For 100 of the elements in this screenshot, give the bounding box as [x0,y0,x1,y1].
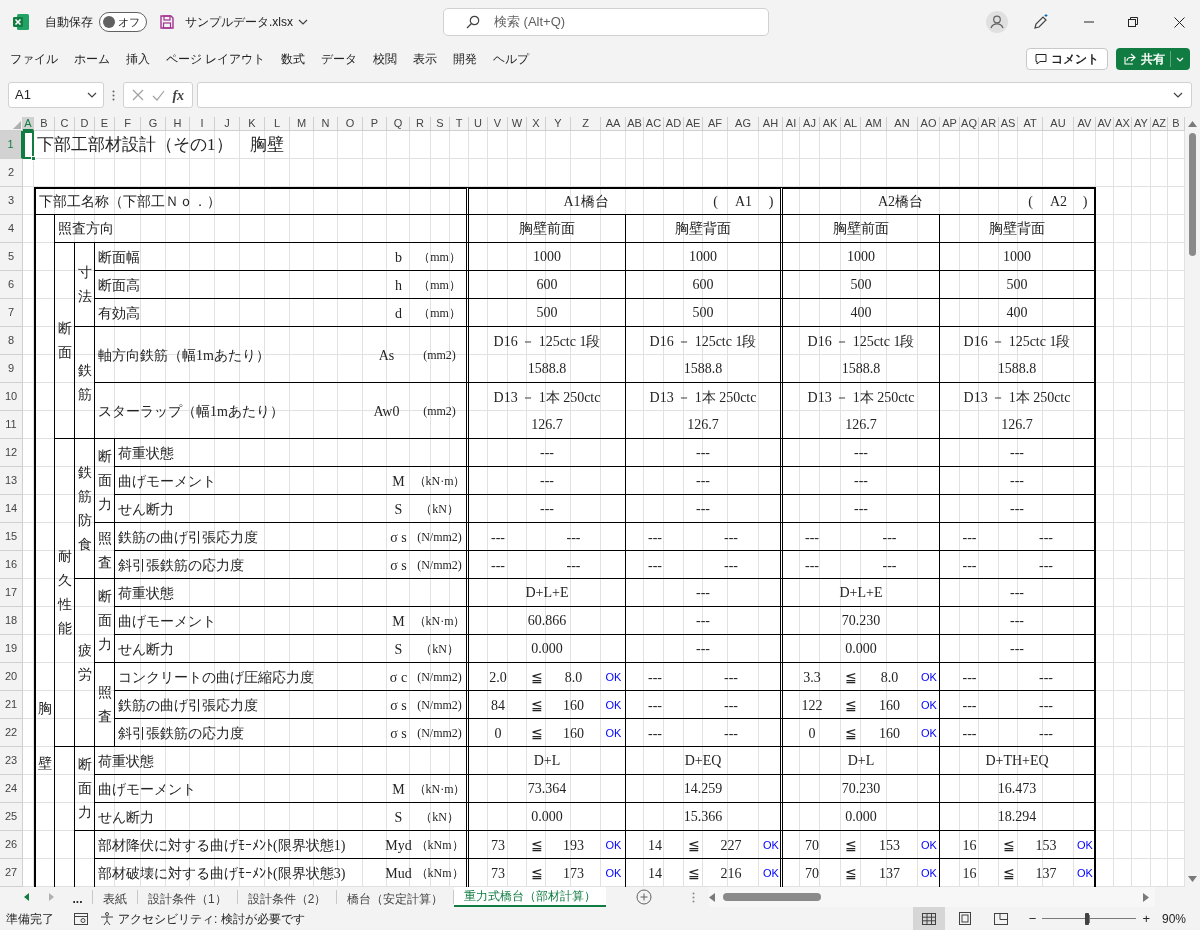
zoom-slider[interactable] [1042,911,1137,926]
splitter-handle-icon[interactable] [692,891,696,903]
scroll-up-icon[interactable] [1188,121,1197,127]
column-header[interactable]: W [508,117,527,131]
column-header[interactable]: K [240,117,265,131]
menu-tab[interactable]: 校閲 [365,44,406,74]
row-header[interactable]: 12 [0,439,23,467]
column-header[interactable]: T [450,117,469,131]
column-header[interactable]: H [166,117,190,131]
column-header[interactable]: N [314,117,338,131]
column-header[interactable]: C [55,117,75,131]
sheet-tab[interactable]: 表紙 [93,890,138,904]
add-sheet-icon[interactable] [636,889,653,905]
scroll-right-icon[interactable] [1143,892,1150,902]
menu-tab[interactable]: ホーム [66,44,118,74]
column-header[interactable]: AF [703,117,728,131]
column-header[interactable]: O [338,117,363,131]
menu-tab[interactable]: 表示 [405,44,446,74]
column-header[interactable]: L [265,117,290,131]
column-header[interactable]: AV [1096,117,1114,131]
column-header[interactable]: F [115,117,141,131]
row-header[interactable]: 20 [0,663,23,691]
more-sheets-button[interactable]: ... [63,890,93,904]
menu-tab[interactable]: ヘルプ [485,44,538,74]
column-header[interactable]: P [363,117,387,131]
save-icon[interactable] [159,14,175,30]
column-header[interactable]: S [431,117,450,131]
scrollbar-thumb[interactable] [723,893,822,901]
row-header[interactable]: 11 [0,411,23,439]
row-header[interactable]: 3 [0,187,23,215]
column-header[interactable]: AU [1043,117,1074,131]
accessibility-status[interactable]: アクセシビリティ: 検討が必要です [118,909,305,928]
scrollbar-thumb[interactable] [1189,133,1196,256]
zoom-out-button[interactable]: − [1028,908,1037,929]
column-header[interactable]: AT [1018,117,1043,131]
column-header[interactable]: AB [626,117,644,131]
column-header[interactable]: AI [783,117,800,131]
column-header[interactable]: Q [387,117,410,131]
row-header[interactable]: 8 [0,327,23,355]
file-name-button[interactable]: サンプルデータ.xlsx [185,13,308,31]
column-header[interactable]: AY [1132,117,1151,131]
row-header[interactable]: 18 [0,607,23,635]
column-header[interactable]: AV [1074,117,1096,131]
share-button[interactable]: 共有 [1116,48,1190,70]
column-header[interactable]: AG [728,117,759,131]
row-header[interactable]: 27 [0,859,23,887]
column-header[interactable]: AC [644,117,664,131]
row-header[interactable]: 19 [0,635,23,663]
row-header[interactable]: 10 [0,383,23,411]
view-button[interactable] [912,907,945,930]
cancel-icon[interactable] [131,89,144,101]
column-header[interactable]: V [488,117,508,131]
column-header[interactable]: B [34,117,55,131]
row-header[interactable]: 2 [0,159,23,187]
column-header[interactable]: AQ [960,117,979,131]
search-field[interactable]: 検索 (Alt+Q) [443,8,769,36]
column-header[interactable]: AZ [1151,117,1168,131]
sheet-tab[interactable]: 設計条件（1） [138,890,238,904]
restore-icon[interactable] [1128,17,1138,27]
row-header[interactable]: 5 [0,243,23,271]
menu-tab[interactable]: 数式 [273,44,314,74]
row-header[interactable]: 14 [0,495,23,523]
row-header[interactable]: 26 [0,831,23,859]
column-header[interactable]: AO [918,117,940,131]
column-header[interactable]: AP [940,117,960,131]
comment-button[interactable]: コメント [1026,48,1108,70]
column-header[interactable]: AR [979,117,999,131]
workbook-statistics-icon[interactable] [74,912,88,925]
column-header[interactable]: AJ [800,117,820,131]
scroll-left-icon[interactable] [709,892,716,902]
column-header[interactable]: Z [571,117,601,131]
column-header[interactable]: AM [861,117,887,131]
row-header[interactable]: 15 [0,523,23,551]
menu-tab[interactable]: ページ レイアウト [158,44,274,74]
row-header[interactable]: 22 [0,719,23,747]
menu-tab[interactable]: 開発 [445,44,486,74]
pen-icon[interactable] [1032,13,1050,31]
column-header[interactable]: I [190,117,215,131]
column-header[interactable]: AD [664,117,684,131]
row-header[interactable]: 13 [0,467,23,495]
zoom-level[interactable]: 90% [1161,909,1186,928]
column-header[interactable]: B [1168,117,1185,131]
formula-input[interactable] [197,82,1192,108]
column-header[interactable]: AK [820,117,841,131]
column-header[interactable]: R [410,117,431,131]
column-header[interactable]: AA [601,117,626,131]
row-header[interactable]: 24 [0,775,23,803]
row-header[interactable]: 7 [0,299,23,327]
column-header[interactable]: J [215,117,240,131]
menu-tab[interactable]: データ [313,44,366,74]
column-header[interactable]: M [290,117,314,131]
more-options-icon[interactable] [112,89,115,101]
column-header[interactable]: U [469,117,488,131]
row-header[interactable]: 9 [0,355,23,383]
row-header[interactable]: 17 [0,579,23,607]
column-header[interactable]: AN [887,117,918,131]
zoom-slider-thumb[interactable] [1084,912,1089,925]
zoom-in-button[interactable]: + [1142,908,1150,929]
column-header[interactable]: E [95,117,115,131]
close-icon[interactable] [1174,16,1185,28]
